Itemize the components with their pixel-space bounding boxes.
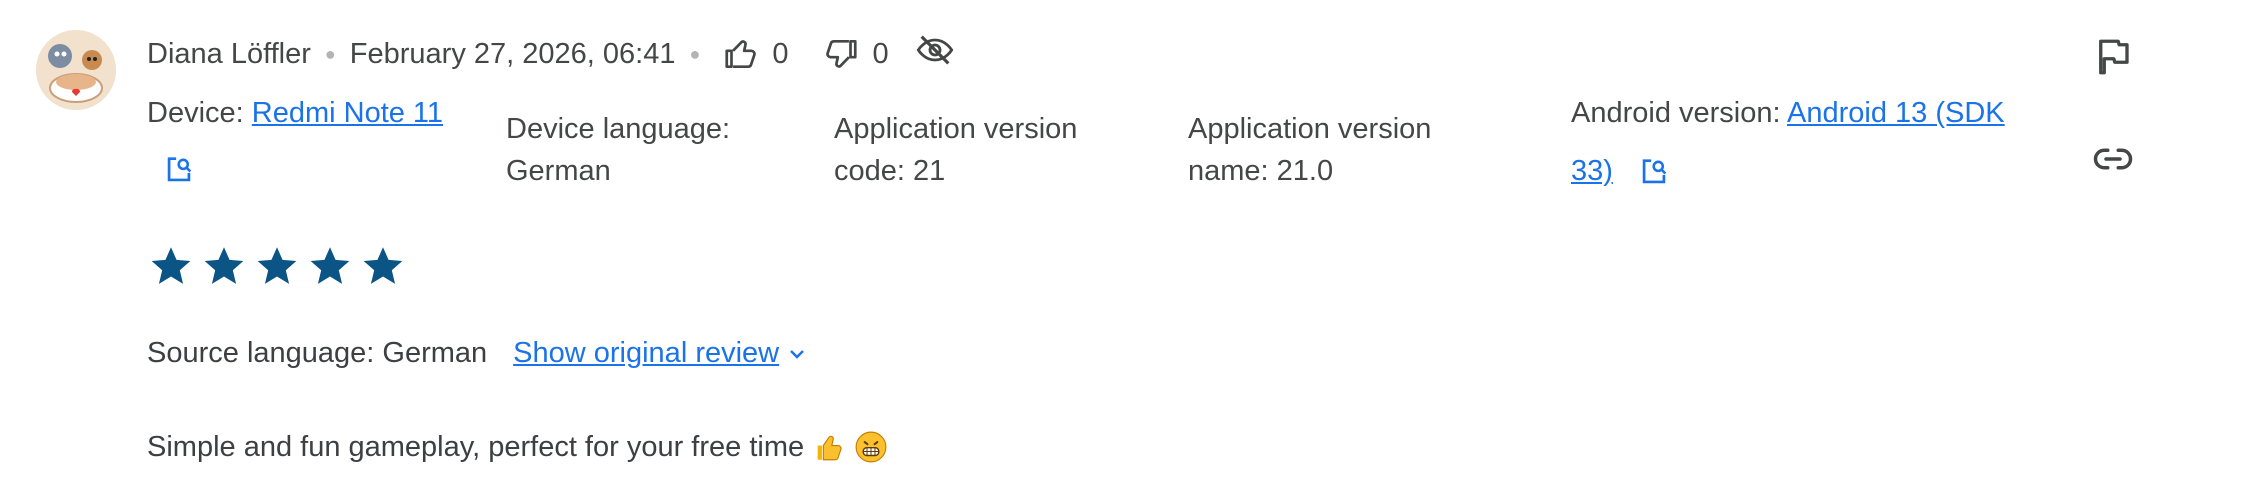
flag-icon bbox=[2099, 39, 2129, 75]
avatar bbox=[36, 30, 116, 110]
star-icon bbox=[204, 247, 244, 284]
separator-dot: ● bbox=[689, 43, 701, 64]
device-language-label: Device language: bbox=[506, 113, 731, 145]
device-info: Device: Redmi Note 11 bbox=[147, 92, 467, 134]
app-version-name-value: name: 21.0 bbox=[1188, 155, 1334, 187]
thumb-down-icon bbox=[826, 39, 858, 68]
device-label: Device: bbox=[147, 97, 244, 129]
star-rating bbox=[148, 243, 406, 289]
app-version-code: Application version code: 21 bbox=[834, 108, 1154, 192]
open-in-new-icon bbox=[167, 157, 192, 182]
chevron-down-icon bbox=[790, 349, 804, 359]
device-language-value: German bbox=[506, 155, 611, 187]
review-date: February 27, 2026, 06:41 bbox=[349, 37, 676, 70]
android-version-link[interactable]: Android 13 (SDK bbox=[1787, 97, 2005, 129]
device-open-button[interactable] bbox=[162, 153, 196, 187]
translation-bar: Source language: German Show original re… bbox=[147, 337, 809, 370]
star-icon bbox=[151, 247, 191, 284]
android-open-button[interactable] bbox=[1637, 155, 1671, 187]
device-language: Device language: German bbox=[506, 108, 806, 192]
visibility-off-icon bbox=[916, 35, 953, 65]
android-version-link-cont[interactable]: 33) bbox=[1571, 155, 1613, 187]
star-icon bbox=[310, 247, 350, 284]
star-icon bbox=[257, 247, 297, 284]
copy-link-button[interactable] bbox=[2092, 138, 2134, 185]
source-language: Source language: German bbox=[147, 337, 488, 369]
open-in-new-icon bbox=[1642, 159, 1667, 184]
review-body: Simple and fun gameplay, perfect for you… bbox=[147, 430, 888, 464]
thumbs-up-emoji-icon bbox=[817, 435, 842, 461]
grinning-emoji-icon bbox=[855, 431, 887, 463]
thumbs-up-button[interactable]: 0 bbox=[722, 35, 814, 73]
thumbs-up-count: 0 bbox=[772, 37, 789, 70]
app-version-name-label: Application version bbox=[1188, 113, 1432, 145]
star-icon bbox=[363, 247, 403, 284]
link-icon bbox=[2093, 148, 2133, 170]
thumbs-down-count: 0 bbox=[872, 37, 889, 70]
separator-dot: ● bbox=[324, 43, 336, 64]
thumbs-down-button[interactable]: 0 bbox=[822, 35, 914, 73]
thumb-up-icon bbox=[725, 40, 757, 69]
android-version: Android version: Android 13 (SDK 33) bbox=[1571, 92, 2041, 192]
author-name: Diana Löffler bbox=[147, 37, 311, 70]
app-version-name: Application version name: 21.0 bbox=[1188, 108, 1508, 192]
hide-review-button[interactable] bbox=[915, 30, 955, 78]
android-version-label: Android version: bbox=[1571, 97, 1781, 129]
review-meta: Diana Löffler ● February 27, 2026, 06:41… bbox=[147, 30, 955, 78]
show-original-button[interactable]: Show original review bbox=[513, 337, 809, 370]
device-link[interactable]: Redmi Note 11 bbox=[252, 97, 443, 129]
show-original-label: Show original review bbox=[513, 337, 780, 369]
app-version-code-value: code: 21 bbox=[834, 155, 946, 187]
app-version-code-label: Application version bbox=[834, 113, 1078, 145]
report-button[interactable] bbox=[2092, 36, 2134, 83]
review-text: Simple and fun gameplay, perfect for you… bbox=[147, 430, 805, 463]
